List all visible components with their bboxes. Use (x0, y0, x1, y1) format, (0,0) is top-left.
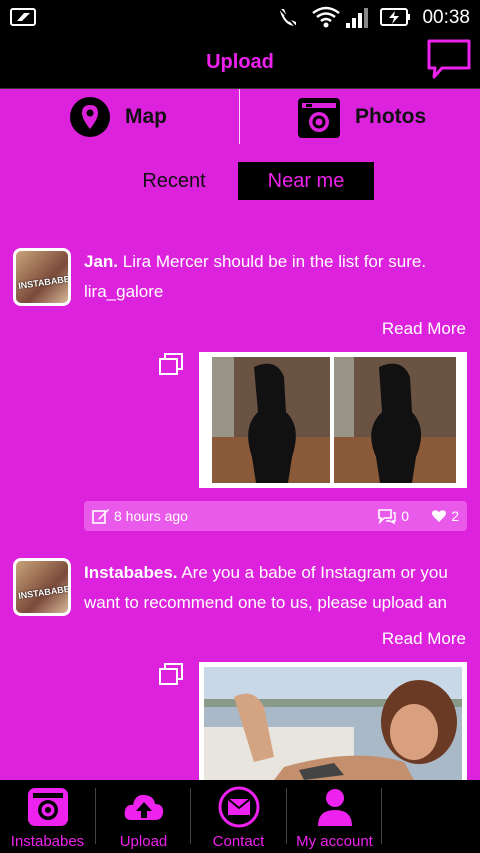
post-body: Lira Mercer should be in the list for su… (118, 252, 427, 271)
post-body: Are you a babe of Instagram or you (177, 563, 448, 582)
page-title: Upload (206, 51, 274, 73)
divider (239, 89, 240, 144)
signal-icon (346, 8, 368, 28)
bottom-tab-bar: Instababes Upload Contact My account (0, 780, 480, 853)
tab-label: Upload (119, 833, 168, 850)
map-label: Map (125, 104, 167, 128)
map-pin-icon (70, 96, 110, 137)
cloud-upload-icon (124, 794, 164, 820)
user-icon (318, 789, 352, 826)
heart-icon (432, 510, 447, 522)
app-bar: Upload (0, 34, 480, 89)
divider (381, 788, 382, 844)
avatar[interactable]: INSTABABES (13, 558, 71, 616)
mute-call-icon (278, 7, 296, 27)
mode-switcher: Map Photos (0, 89, 480, 144)
comment-icon (378, 509, 396, 524)
tab-near-me[interactable]: Near me (238, 162, 374, 200)
battery-saver-icon (10, 8, 36, 26)
avatar[interactable]: INSTABABES (13, 248, 71, 306)
post-body-line2: lira_galore (84, 282, 164, 301)
chat-icon[interactable] (426, 38, 472, 80)
clock: 00:38 (422, 7, 470, 28)
post-time: 8 hours ago (114, 508, 188, 524)
post-text: Jan. Lira Mercer should be in the list f… (84, 247, 468, 307)
read-more-link[interactable]: Read More (382, 629, 466, 649)
tab-label: My account (296, 833, 373, 850)
photo (212, 357, 456, 483)
tab-instababes[interactable]: Instababes (0, 780, 95, 853)
post-meta-bar: 8 hours ago 0 2 (84, 501, 467, 531)
gallery-icon (159, 663, 183, 685)
post-body-line2: want to recommend one to us, please uplo… (84, 593, 447, 612)
read-more-link[interactable]: Read More (382, 319, 466, 339)
post-author: Instababes. (84, 563, 178, 582)
post-timestamp: 8 hours ago (92, 508, 188, 524)
post-author: Jan. (84, 252, 119, 271)
map-button[interactable]: Map (69, 89, 167, 144)
tab-label: Instababes (10, 833, 85, 850)
post-image[interactable] (199, 662, 467, 780)
tab-upload[interactable]: Upload (96, 780, 191, 853)
gallery-icon (159, 353, 183, 375)
photo (204, 667, 462, 780)
avatar-logo-text: INSTABABES (17, 583, 71, 601)
likes-value: 2 (451, 508, 459, 524)
edit-icon (92, 509, 109, 524)
tab-recent[interactable]: Recent (110, 162, 238, 200)
comments-value: 0 (401, 508, 409, 524)
tab-my-account[interactable]: My account (287, 780, 382, 853)
post-image[interactable] (199, 352, 467, 488)
avatar-logo-text: INSTABABES (17, 273, 71, 291)
status-bar: 00:38 (0, 0, 480, 34)
post-text: Instababes. Are you a babe of Instagram … (84, 558, 468, 618)
likes-count[interactable]: 2 (431, 508, 459, 524)
battery-charging-icon (380, 8, 410, 26)
tab-label: Contact (212, 833, 265, 850)
photos-label: Photos (355, 104, 427, 128)
tab-contact[interactable]: Contact (191, 780, 286, 853)
camera-icon (28, 788, 68, 826)
wifi-icon (312, 6, 340, 28)
camera-icon (298, 97, 340, 138)
mail-icon (218, 786, 260, 828)
comments-count[interactable]: 0 (377, 508, 409, 524)
photos-button[interactable]: Photos (297, 89, 426, 144)
